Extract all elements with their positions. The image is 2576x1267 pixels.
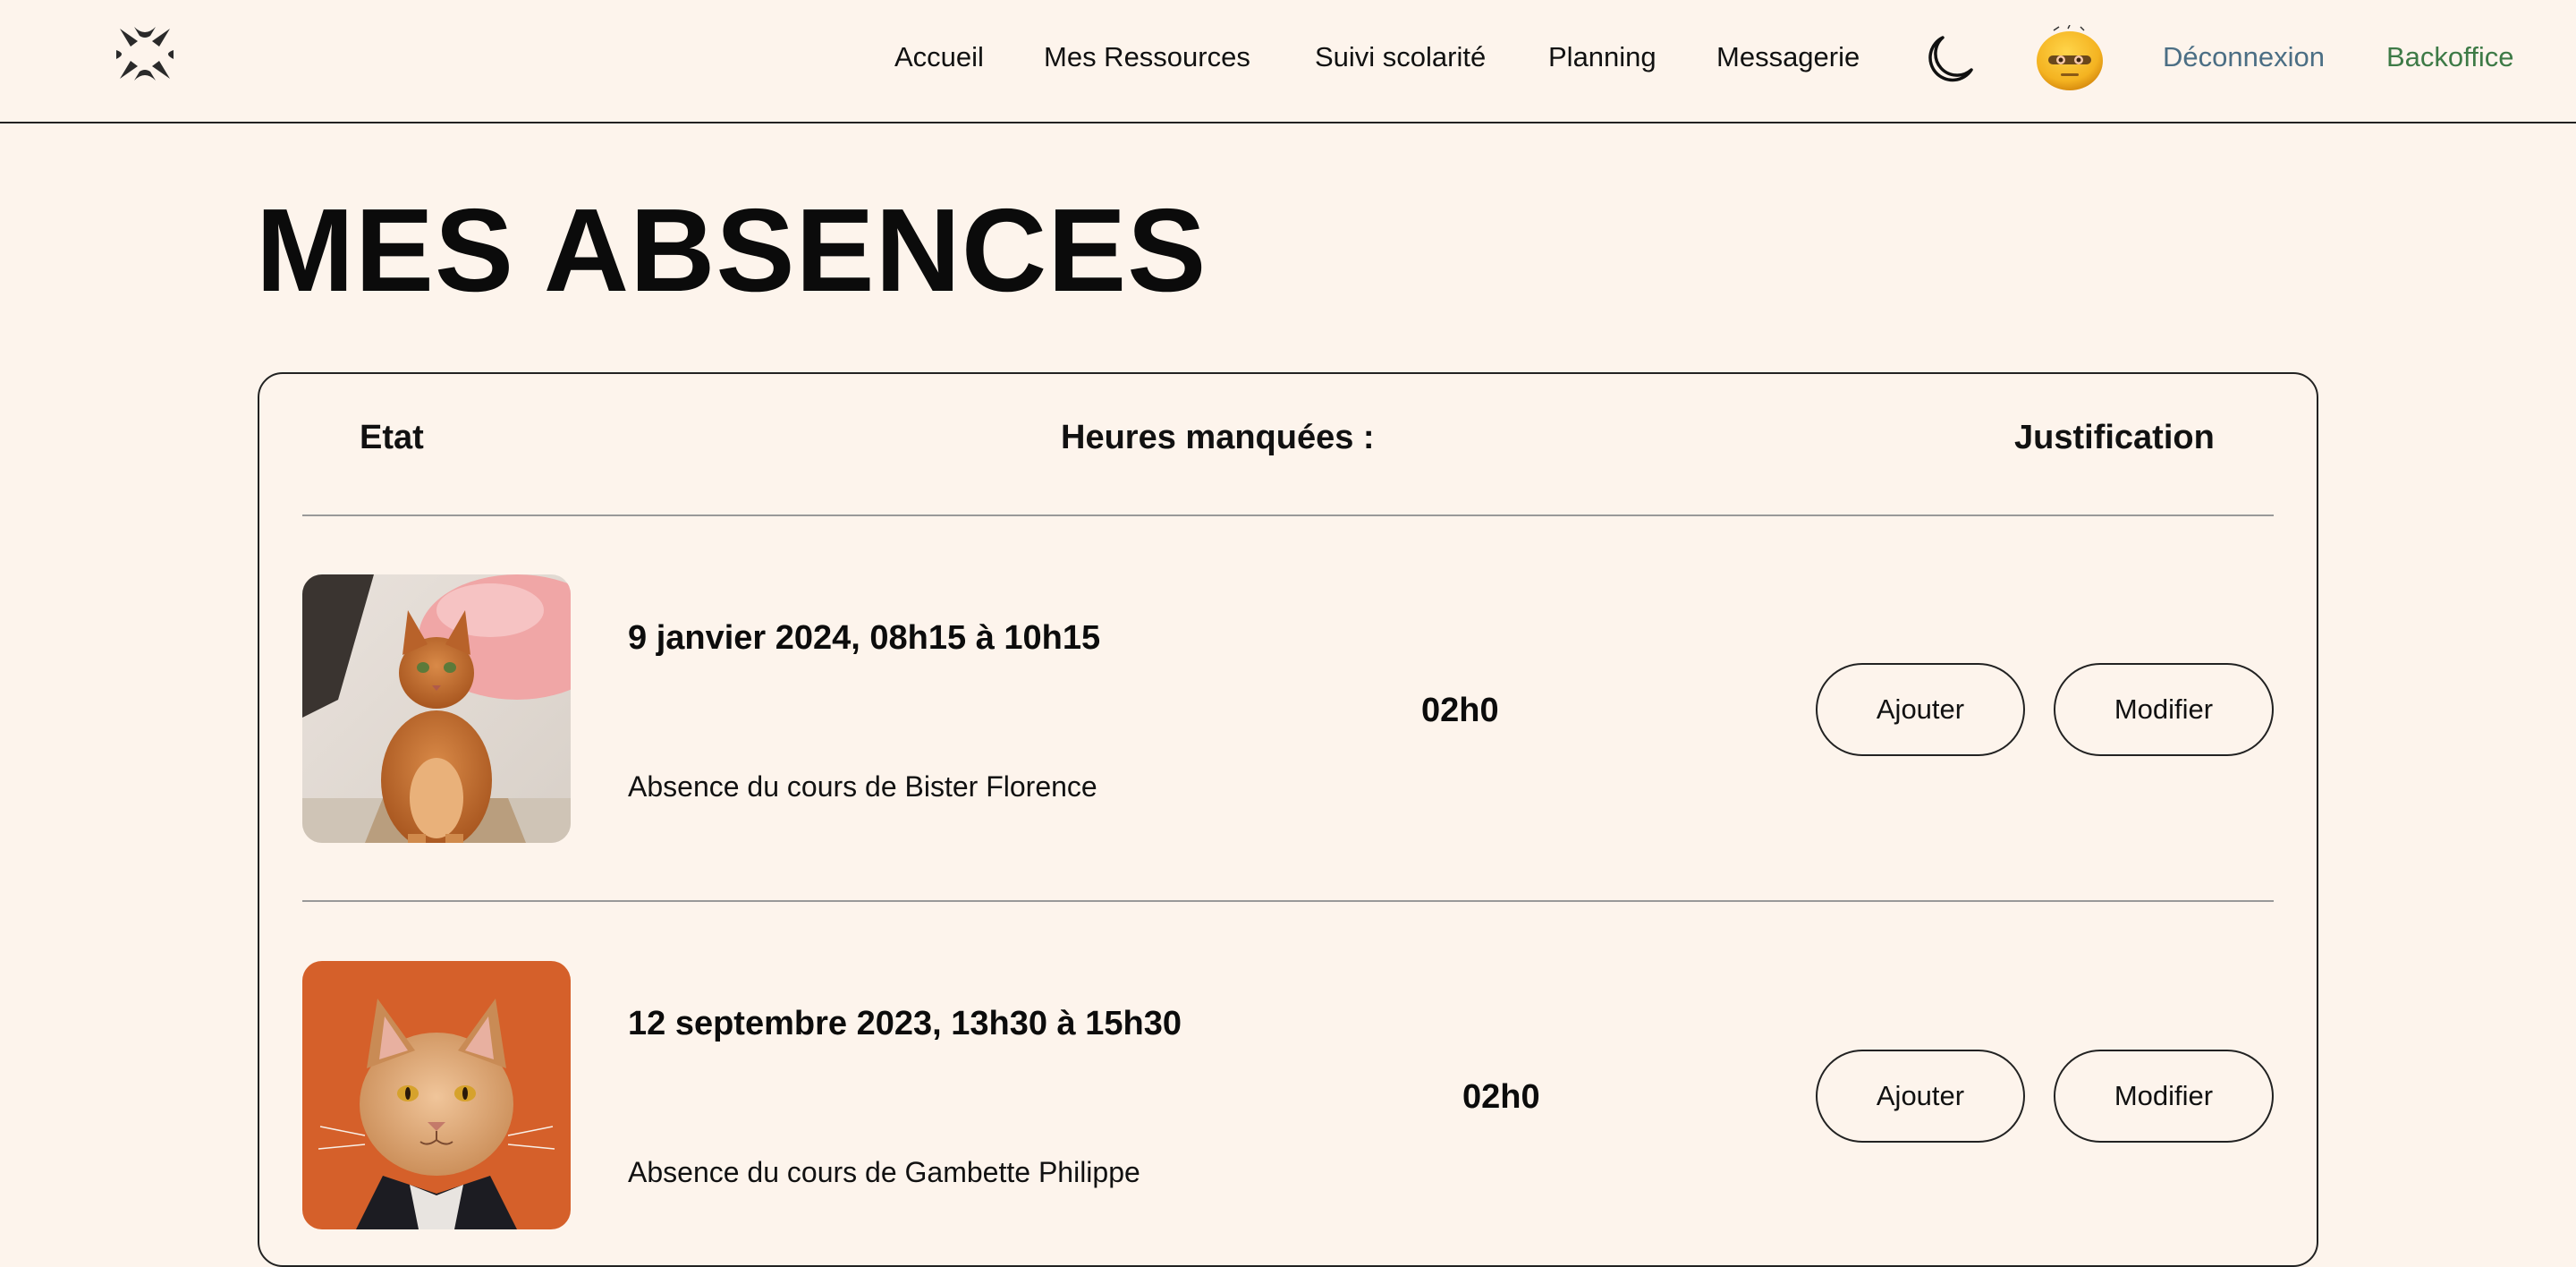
absence-date: 9 janvier 2024, 08h15 à 10h15 — [628, 619, 1101, 657]
top-navbar: Accueil Mes Ressources Suivi scolarité P… — [0, 0, 2576, 123]
moon-icon[interactable] — [1923, 34, 1975, 86]
edit-justification-button[interactable]: Modifier — [2054, 1050, 2274, 1143]
logo-icon[interactable] — [114, 23, 175, 84]
page-title: MES ABSENCES — [256, 184, 1208, 316]
header-divider — [302, 514, 2274, 516]
column-header-justification: Justification — [2014, 419, 2215, 456]
nav-link-messagerie[interactable]: Messagerie — [1716, 0, 1860, 115]
nav-link-accueil[interactable]: Accueil — [894, 0, 984, 115]
missed-hours: 02h0 — [1462, 1078, 1540, 1116]
logout-link[interactable]: Déconnexion — [2163, 0, 2325, 115]
row-divider — [302, 900, 2274, 902]
missed-hours: 02h0 — [1421, 692, 1499, 729]
absence-description: Absence du cours de Gambette Philippe — [628, 1156, 1140, 1188]
ginger-cat-photo — [302, 574, 571, 843]
column-header-etat: Etat — [360, 419, 424, 456]
absence-description: Absence du cours de Bister Florence — [628, 770, 1097, 803]
nav-link-suivi-scolarite[interactable]: Suivi scolarité — [1315, 0, 1486, 115]
nav-link-planning[interactable]: Planning — [1548, 0, 1657, 115]
avatar[interactable] — [2034, 24, 2106, 91]
add-justification-button[interactable]: Ajouter — [1816, 1050, 2025, 1143]
column-header-heures: Heures manquées : — [1061, 419, 1375, 456]
edit-justification-button[interactable]: Modifier — [2054, 663, 2274, 756]
cat-orange-background-photo — [302, 961, 571, 1229]
backoffice-link[interactable]: Backoffice — [2386, 0, 2513, 115]
absence-date: 12 septembre 2023, 13h30 à 15h30 — [628, 1005, 1182, 1042]
add-justification-button[interactable]: Ajouter — [1816, 663, 2025, 756]
nav-link-mes-ressources[interactable]: Mes Ressources — [1044, 0, 1250, 115]
